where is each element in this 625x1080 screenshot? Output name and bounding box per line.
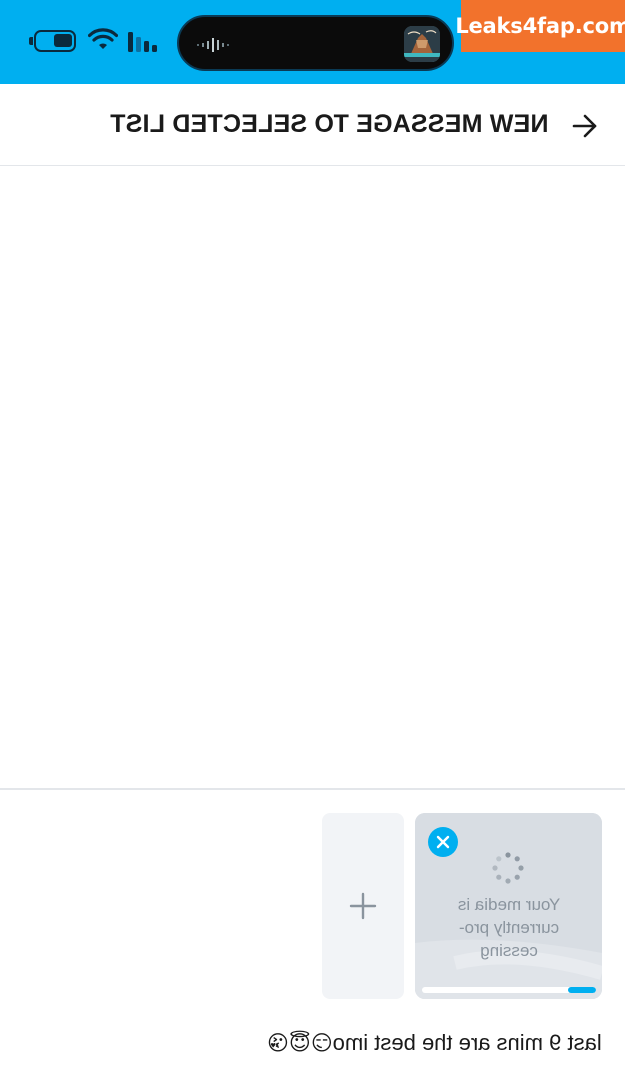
message-emojis: 😏😇😘 [267,1031,333,1055]
header: NEW MESSAGE TO SELECTED LIST [0,84,625,166]
audio-waveform-icon [197,38,229,52]
remove-media-button[interactable] [428,827,458,857]
status-bar: Leaks4fap.com [0,0,625,84]
page-title: NEW MESSAGE TO SELECTED LIST [110,110,549,138]
processing-status: Your media is currently pro-cessing [457,895,561,960]
message-area [0,166,625,788]
battery-icon [29,30,76,52]
dynamic-island[interactable] [177,15,454,71]
add-media-button[interactable] [322,813,404,999]
close-icon [436,835,450,849]
wifi-icon [88,28,118,49]
message-text: last 9 mins are the best imo [332,1030,602,1055]
arrow-icon[interactable] [571,112,599,140]
divider [0,788,625,790]
loading-spinner-icon [492,852,524,884]
now-playing-thumbnail[interactable] [404,26,440,62]
watermark: Leaks4fap.com [455,0,625,52]
upload-progress-fill [568,987,596,993]
message-input[interactable]: last 9 mins are the best imo😏😇😘 [267,1030,602,1056]
upload-progress-bar [422,987,596,993]
cellular-signal-icon [128,32,157,52]
plus-icon [349,892,377,920]
media-attachment-card: Your media is currently pro-cessing [415,813,602,999]
